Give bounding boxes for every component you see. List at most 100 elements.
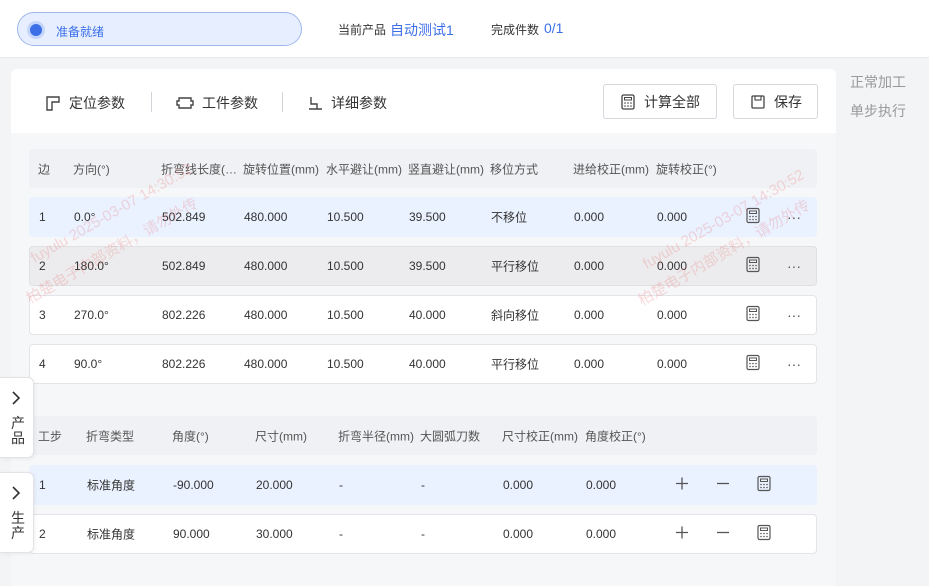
remove-step-icon[interactable] — [716, 477, 730, 494]
edge-table-row[interactable]: 1 0.0° 502.849 480.000 10.500 39.500 不移位… — [29, 197, 817, 237]
add-step-icon[interactable] — [675, 477, 689, 494]
tab-label: 定位参数 — [69, 95, 125, 111]
tab-detail-params[interactable]: 详细参数 — [307, 93, 387, 113]
cell-edge: 2 — [39, 259, 46, 273]
cell-horizontal-avoid: 10.500 — [327, 308, 364, 322]
cell-horizontal-avoid: 10.500 — [327, 259, 364, 273]
cell-bend-radius: - — [339, 527, 343, 541]
header-feed-correction: 进给校正(mm) — [573, 162, 649, 176]
cell-size: 20.000 — [256, 478, 293, 492]
status-dot-icon — [27, 21, 45, 39]
detail-icon — [309, 97, 322, 110]
cell-shift-mode: 不移位 — [491, 210, 528, 225]
row-calculator-icon[interactable] — [746, 207, 760, 227]
cell-vertical-avoid: 39.500 — [409, 210, 446, 224]
cell-big-arc-count: - — [421, 527, 425, 541]
cell-feed-correction: 0.000 — [574, 259, 605, 273]
row-calculator-icon[interactable] — [746, 305, 760, 325]
save-label: 保存 — [774, 93, 802, 110]
side-tab-label: 产品 — [11, 415, 25, 446]
header-size-correction: 尺寸校正(mm) — [502, 429, 578, 443]
chevron-right-icon — [12, 486, 21, 500]
calculate-all-button[interactable]: 计算全部 — [603, 84, 717, 119]
cell-edge: 4 — [39, 357, 46, 371]
header-edge: 边 — [38, 162, 51, 176]
cell-rotate-correction: 0.000 — [657, 308, 688, 322]
cell-size-correction: 0.000 — [503, 527, 534, 541]
cell-rotate-position: 480.000 — [244, 259, 288, 273]
cell-horizontal-avoid: 10.500 — [327, 357, 364, 371]
row-more-icon[interactable]: ··· — [787, 356, 801, 372]
cell-feed-correction: 0.000 — [574, 308, 605, 322]
side-tab-label: 生产 — [11, 510, 25, 541]
row-calculator-icon[interactable] — [757, 475, 771, 495]
finished-count-label: 完成件数 — [491, 23, 540, 37]
header-direction: 方向(°) — [73, 162, 110, 176]
row-calculator-icon[interactable] — [746, 354, 760, 374]
mode-single-step[interactable]: 单步执行 — [850, 101, 906, 121]
edge-table-row[interactable]: 2 180.0° 502.849 480.000 10.500 39.500 平… — [29, 246, 817, 286]
row-more-icon[interactable]: ··· — [787, 307, 801, 323]
tab-label: 详细参数 — [331, 95, 387, 111]
header-angle-correction: 角度校正(°) — [585, 429, 646, 443]
tab-workpiece-params[interactable]: 工件参数 — [176, 93, 258, 113]
cell-direction: 90.0° — [74, 357, 103, 371]
header-step: 工步 — [38, 429, 63, 443]
cell-size: 30.000 — [256, 527, 293, 541]
header-bend-radius: 折弯半径(mm) — [338, 429, 414, 443]
save-icon — [751, 94, 765, 109]
top-status-bar: 准备就绪 当前产品 自动测试1 完成件数 0/1 — [0, 0, 929, 58]
current-product-value: 自动测试1 — [390, 22, 454, 38]
cell-bend-line-length: 502.849 — [162, 210, 206, 224]
add-step-icon[interactable] — [675, 526, 689, 543]
row-more-icon[interactable]: ··· — [787, 258, 801, 274]
step-table-header: 工步 折弯类型 角度(°) 尺寸(mm) 折弯半径(mm) 大圆弧刀数 尺寸校正… — [29, 416, 817, 455]
tab-label: 工件参数 — [202, 95, 258, 111]
cell-direction: 180.0° — [74, 259, 109, 273]
header-big-arc-count: 大圆弧刀数 — [420, 429, 481, 443]
cell-rotate-correction: 0.000 — [657, 357, 688, 371]
positioning-icon — [46, 96, 60, 111]
cell-bend-radius: - — [339, 478, 343, 492]
side-tab-product[interactable]: 产品 — [0, 377, 34, 458]
cell-angle-correction: 0.000 — [586, 478, 617, 492]
cell-horizontal-avoid: 10.500 — [327, 210, 364, 224]
header-bend-type: 折弯类型 — [86, 429, 135, 443]
mode-normal-processing[interactable]: 正常加工 — [850, 72, 906, 92]
cell-edge: 1 — [39, 210, 46, 224]
finished-count-value: 0/1 — [544, 20, 564, 36]
step-table-row[interactable]: 2 标准角度 90.000 30.000 - - 0.000 0.000 — [29, 514, 817, 554]
cell-direction: 0.0° — [74, 210, 96, 224]
cell-shift-mode: 平行移位 — [491, 357, 540, 372]
cell-vertical-avoid: 40.000 — [409, 357, 446, 371]
cell-rotate-position: 480.000 — [244, 357, 288, 371]
header-shift-mode: 移位方式 — [490, 162, 539, 176]
cell-vertical-avoid: 39.500 — [409, 259, 446, 273]
main-card: 定位参数 工件参数 详细参数 计算全部 保存 边 方向(°) 折弯线长度(mm)… — [11, 69, 836, 586]
step-table-row[interactable]: 1 标准角度 -90.000 20.000 - - 0.000 0.000 — [29, 465, 817, 505]
cell-angle: -90.000 — [173, 478, 214, 492]
cell-edge: 3 — [39, 308, 46, 322]
cell-angle: 90.000 — [173, 527, 210, 541]
cell-rotate-position: 480.000 — [244, 210, 288, 224]
chevron-right-icon — [12, 391, 21, 405]
cell-step: 2 — [39, 527, 46, 541]
cell-bend-line-length: 802.226 — [162, 308, 206, 322]
workpiece-icon — [176, 97, 194, 109]
status-text: 准备就绪 — [56, 25, 105, 39]
row-calculator-icon[interactable] — [746, 256, 760, 276]
edge-table-row[interactable]: 3 270.0° 802.226 480.000 10.500 40.000 斜… — [29, 295, 817, 335]
row-more-icon[interactable]: ··· — [787, 209, 801, 225]
cell-rotate-position: 480.000 — [244, 308, 288, 322]
cell-bend-type: 标准角度 — [87, 478, 136, 493]
header-angle: 角度(°) — [172, 429, 209, 443]
tab-positioning-params[interactable]: 定位参数 — [45, 93, 125, 113]
row-calculator-icon[interactable] — [757, 524, 771, 544]
remove-step-icon[interactable] — [716, 526, 730, 543]
save-button[interactable]: 保存 — [733, 84, 818, 119]
cell-bend-type: 标准角度 — [87, 527, 136, 542]
header-size: 尺寸(mm) — [255, 429, 307, 443]
side-tab-production[interactable]: 生产 — [0, 472, 34, 553]
tab-divider — [282, 92, 283, 112]
edge-table-row[interactable]: 4 90.0° 802.226 480.000 10.500 40.000 平行… — [29, 344, 817, 384]
